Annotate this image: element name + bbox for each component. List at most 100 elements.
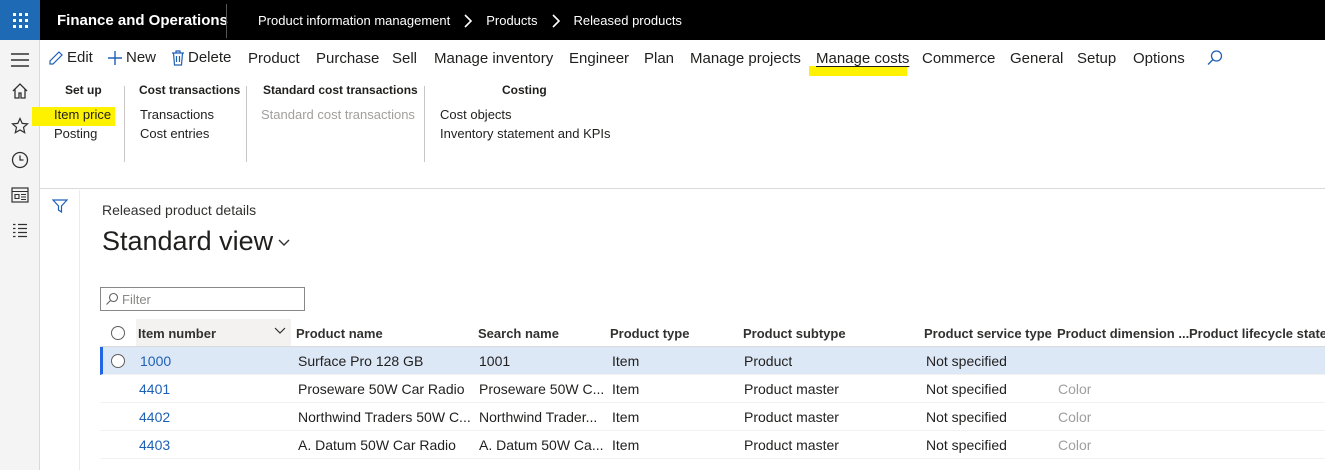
chevron-down-icon	[278, 239, 290, 246]
home-icon[interactable]	[10, 81, 30, 101]
favorites-star-icon[interactable]	[10, 116, 30, 136]
product-service-type-cell: Not specified	[926, 409, 1007, 425]
table-row[interactable]: 1000 Surface Pro 128 GB 1001 Item Produc…	[100, 347, 1325, 375]
highlight-mark	[809, 66, 907, 76]
group-title-cost-transactions: Cost transactions	[139, 83, 241, 97]
app-launcher-button[interactable]	[0, 0, 40, 40]
tab-sell[interactable]: Sell	[392, 50, 417, 67]
item-number-link[interactable]: 4402	[139, 409, 170, 425]
chevron-right-icon	[549, 13, 563, 28]
chevron-right-icon	[461, 13, 475, 28]
product-name-cell: Surface Pro 128 GB	[298, 353, 424, 369]
select-all-radio[interactable]	[111, 326, 125, 340]
column-header-product-subtype[interactable]: Product subtype	[743, 326, 846, 341]
new-label: New	[126, 49, 157, 66]
divider	[424, 86, 425, 162]
left-nav	[0, 40, 40, 470]
pencil-icon	[49, 50, 63, 65]
row-select-radio[interactable]	[111, 354, 125, 368]
product-name-cell: Proseware 50W Car Radio	[298, 381, 465, 397]
search-icon[interactable]	[1206, 49, 1224, 71]
product-service-type-cell: Not specified	[926, 353, 1007, 369]
column-header-product-type[interactable]: Product type	[610, 326, 689, 341]
column-header-product-name[interactable]: Product name	[296, 326, 383, 341]
delete-label: Delete	[188, 49, 232, 66]
group-title-standard-cost-transactions: Standard cost transactions	[263, 83, 418, 97]
table-row[interactable]: 4403 A. Datum 50W Car Radio A. Datum 50W…	[100, 431, 1325, 459]
product-subtype-cell: Product	[744, 353, 793, 369]
divider	[124, 86, 125, 162]
column-header-item-number[interactable]: Item number	[136, 319, 291, 346]
column-header-product-service-type[interactable]: Product service type	[924, 326, 1052, 341]
search-name-cell: Proseware 50W C...	[479, 381, 605, 397]
search-name-cell: Northwind Trader...	[479, 409, 598, 425]
workspaces-icon[interactable]	[10, 185, 30, 205]
breadcrumb-item[interactable]: Product information management	[258, 13, 450, 28]
column-header-product-dimension[interactable]: Product dimension ...	[1057, 326, 1189, 341]
filter-pane	[40, 190, 80, 470]
tab-manage-costs[interactable]: Manage costs	[816, 50, 909, 67]
app-title[interactable]: Finance and Operations	[57, 12, 228, 29]
posting-link[interactable]: Posting	[54, 126, 97, 141]
product-name-cell: Northwind Traders 50W C...	[298, 409, 471, 425]
product-subtype-cell: Product master	[744, 381, 839, 397]
tab-options[interactable]: Options	[1133, 50, 1185, 67]
recent-clock-icon[interactable]	[10, 150, 30, 170]
product-dimension-cell: Color	[1058, 409, 1092, 425]
modules-list-icon[interactable]	[10, 221, 30, 241]
table-row[interactable]: 4401 Proseware 50W Car Radio Proseware 5…	[100, 375, 1325, 403]
edit-label: Edit	[67, 49, 93, 66]
edit-button[interactable]: Edit	[48, 49, 93, 66]
new-button[interactable]: New	[107, 49, 156, 66]
product-type-cell: Item	[612, 381, 640, 397]
column-header-product-lifecycle-state[interactable]: Product lifecycle state	[1189, 326, 1325, 341]
product-dimension-cell: Color	[1058, 437, 1092, 453]
item-number-link[interactable]: 1000	[140, 353, 171, 369]
inventory-statement-kpis-link[interactable]: Inventory statement and KPIs	[440, 126, 611, 141]
cost-entries-link[interactable]: Cost entries	[140, 126, 209, 141]
group-title-costing: Costing	[502, 83, 547, 97]
tab-manage-inventory[interactable]: Manage inventory	[434, 50, 553, 67]
funnel-filter-icon[interactable]	[51, 199, 69, 218]
product-name-cell: A. Datum 50W Car Radio	[298, 437, 456, 453]
filter-input[interactable]	[122, 291, 302, 307]
tab-plan[interactable]: Plan	[644, 50, 674, 67]
breadcrumb-item[interactable]: Products	[486, 13, 537, 28]
product-subtype-cell: Product master	[744, 409, 839, 425]
menu-bar: Edit New Delete Product Purchase Sell Ma…	[40, 40, 1325, 78]
column-header-label: Item number	[138, 326, 217, 341]
divider	[226, 4, 227, 38]
tab-manage-projects[interactable]: Manage projects	[690, 50, 801, 67]
transactions-link[interactable]: Transactions	[140, 107, 214, 122]
group-title-setup: Set up	[65, 83, 102, 97]
waffle-icon	[12, 12, 28, 28]
product-service-type-cell: Not specified	[926, 437, 1007, 453]
product-type-cell: Item	[612, 409, 640, 425]
search-name-cell: A. Datum 50W Ca...	[479, 437, 604, 453]
plus-icon	[108, 50, 122, 65]
top-bar: Finance and Operations Product informati…	[0, 0, 1325, 40]
tab-product[interactable]: Product	[248, 50, 300, 67]
delete-button[interactable]: Delete	[171, 49, 231, 66]
breadcrumb-item[interactable]: Released products	[574, 13, 682, 28]
product-type-cell: Item	[612, 353, 640, 369]
tab-engineer[interactable]: Engineer	[569, 50, 629, 67]
item-number-link[interactable]: 4401	[139, 381, 170, 397]
table-row[interactable]: 4402 Northwind Traders 50W C... Northwin…	[100, 403, 1325, 431]
tab-commerce[interactable]: Commerce	[922, 50, 995, 67]
breadcrumb: Product information management Products …	[258, 13, 682, 28]
section-label: Released product details	[102, 202, 257, 218]
trash-icon	[172, 49, 184, 66]
chevron-down-icon	[274, 327, 286, 334]
tab-general[interactable]: General	[1010, 50, 1063, 67]
filter-field[interactable]	[100, 287, 305, 311]
cost-objects-link[interactable]: Cost objects	[440, 107, 512, 122]
item-number-link[interactable]: 4403	[139, 437, 170, 453]
tab-purchase[interactable]: Purchase	[316, 50, 379, 67]
column-header-search-name[interactable]: Search name	[478, 326, 559, 341]
tab-setup[interactable]: Setup	[1077, 50, 1116, 67]
view-selector[interactable]: Standard view	[102, 226, 291, 257]
item-price-link[interactable]: Item price	[54, 107, 111, 122]
divider	[246, 86, 247, 162]
hamburger-menu-icon[interactable]	[10, 50, 30, 70]
